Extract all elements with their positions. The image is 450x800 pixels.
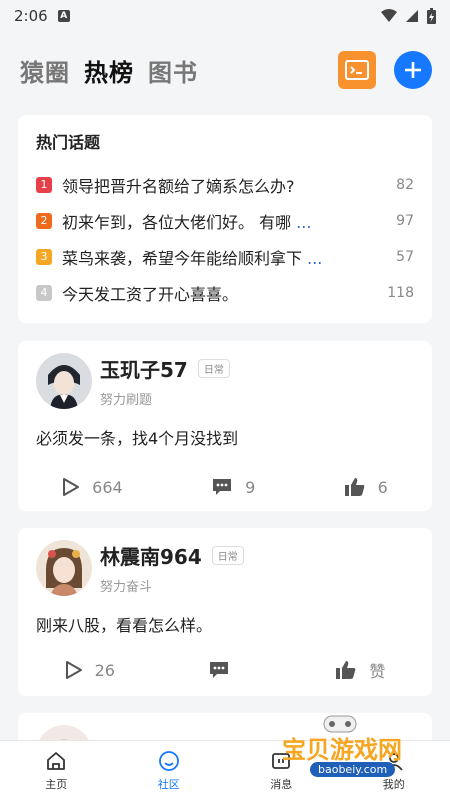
comments-stat[interactable]: [208, 660, 242, 680]
views-count: 26: [94, 660, 115, 680]
hot-topic-item[interactable]: 3 菜鸟来袭，希望今年能给顺利拿下 ... 57: [36, 239, 414, 275]
hot-topic-count: 57: [396, 249, 414, 265]
comment-icon: [213, 479, 232, 495]
play-icon: [63, 478, 80, 496]
user-name[interactable]: 玉玑子57: [100, 354, 188, 383]
hot-topic-more: ...: [291, 213, 312, 232]
likes-stat[interactable]: 6: [344, 477, 388, 497]
avatar[interactable]: [36, 540, 92, 596]
nav-home[interactable]: 主页: [26, 750, 86, 792]
views-count: 664: [92, 477, 123, 497]
hot-topic-label: 菜鸟来袭，希望今年能给顺利拿下: [62, 249, 303, 268]
hot-topic-text: 今天发工资了开心喜喜。: [62, 281, 376, 305]
post-card[interactable]: 玉玑子57 日常 努力刷题 必须发一条，找4个月没找到 664 9 6: [18, 341, 432, 511]
watermark: 宝贝游戏网 baobeiy.com: [282, 712, 442, 782]
watermark-text: 宝贝游戏网: [282, 736, 402, 764]
post-content[interactable]: 必须发一条，找4个月没找到: [36, 425, 414, 449]
hot-topics-card: 热门话题 1 领导把晋升名额给了嫡系怎么办? 82 2 初来乍到，各位大佬们好。…: [18, 115, 432, 323]
rank-badge: 2: [36, 213, 52, 229]
views-stat[interactable]: 26: [65, 660, 115, 680]
hot-topic-count: 118: [387, 285, 414, 301]
hot-topics-title: 热门话题: [36, 133, 101, 152]
hot-topic-text: 领导把晋升名额给了嫡系怎么办?: [62, 173, 376, 197]
avatar[interactable]: [36, 353, 92, 409]
plus-icon: [405, 62, 421, 78]
comment-icon: [210, 662, 229, 678]
rank-badge: 4: [36, 285, 52, 301]
hot-topic-item[interactable]: 4 今天发工资了开心喜喜。 118: [36, 275, 414, 311]
thumbs-up-icon: [336, 661, 356, 679]
user-name[interactable]: 林震南964: [100, 541, 202, 570]
add-post-button[interactable]: [394, 51, 432, 89]
signal-icon: [406, 10, 418, 22]
top-tabs: 猿圈 热榜 图书: [20, 53, 198, 88]
status-bar: 2:06 A: [0, 0, 450, 32]
comments-count: 9: [245, 477, 256, 497]
likes-stat[interactable]: 赞: [335, 658, 385, 682]
hot-topic-label: 初来乍到，各位大佬们好。 有哪: [62, 213, 292, 232]
hot-topic-label: 今天发工资了开心喜喜。: [62, 285, 239, 304]
hot-topic-more: ...: [302, 249, 323, 268]
home-icon: [47, 751, 66, 770]
post-tag: 日常: [211, 546, 244, 565]
notification-icon: A: [57, 10, 70, 22]
battery-icon: [427, 8, 436, 24]
hot-topic-item[interactable]: 2 初来乍到，各位大佬们好。 有哪 ... 97: [36, 203, 414, 239]
comments-stat[interactable]: 9: [211, 477, 255, 497]
hot-topic-count: 82: [396, 177, 414, 193]
hot-topic-count: 97: [396, 213, 414, 229]
nav-home-label: 主页: [45, 777, 68, 791]
wifi-icon: [381, 9, 397, 22]
watermark-url: baobeiy.com: [310, 762, 396, 777]
smile-icon: [158, 750, 179, 771]
nav-community[interactable]: 社区: [139, 750, 199, 792]
hot-topic-item[interactable]: 1 领导把晋升名额给了嫡系怎么办? 82: [36, 167, 414, 203]
tab-books[interactable]: 图书: [148, 53, 198, 88]
play-icon: [65, 661, 82, 679]
post-tag: 日常: [197, 359, 230, 378]
rank-badge: 1: [36, 177, 52, 193]
tab-yuanquan[interactable]: 猿圈: [20, 53, 70, 88]
app-header: 猿圈 热榜 图书: [0, 42, 450, 98]
thumbs-up-icon: [344, 478, 364, 496]
rank-badge: 3: [36, 249, 52, 265]
terminal-button[interactable]: [338, 51, 376, 89]
user-signature: 努力奋斗: [100, 580, 153, 595]
views-stat[interactable]: 664: [62, 477, 123, 497]
likes-count: 赞: [369, 662, 386, 681]
status-time: 2:06: [14, 7, 48, 25]
tab-hot[interactable]: 热榜: [84, 53, 134, 88]
hot-topic-text: 菜鸟来袭，希望今年能给顺利拿下 ...: [62, 245, 376, 269]
user-signature: 努力刷题: [100, 393, 153, 408]
post-content[interactable]: 刚来八股，看看怎么样。: [36, 612, 414, 636]
post-stats: 26 赞: [18, 658, 432, 682]
hot-topic-text: 初来乍到，各位大佬们好。 有哪 ...: [62, 209, 376, 233]
nav-community-label: 社区: [157, 777, 180, 791]
terminal-icon: [345, 60, 369, 80]
post-stats: 664 9 6: [18, 477, 432, 497]
hot-topic-label: 领导把晋升名额给了嫡系怎么办?: [62, 177, 295, 196]
likes-count: 6: [377, 477, 388, 497]
post-card[interactable]: 林震南964 日常 努力奋斗 刚来八股，看看怎么样。 26 赞: [18, 528, 432, 696]
